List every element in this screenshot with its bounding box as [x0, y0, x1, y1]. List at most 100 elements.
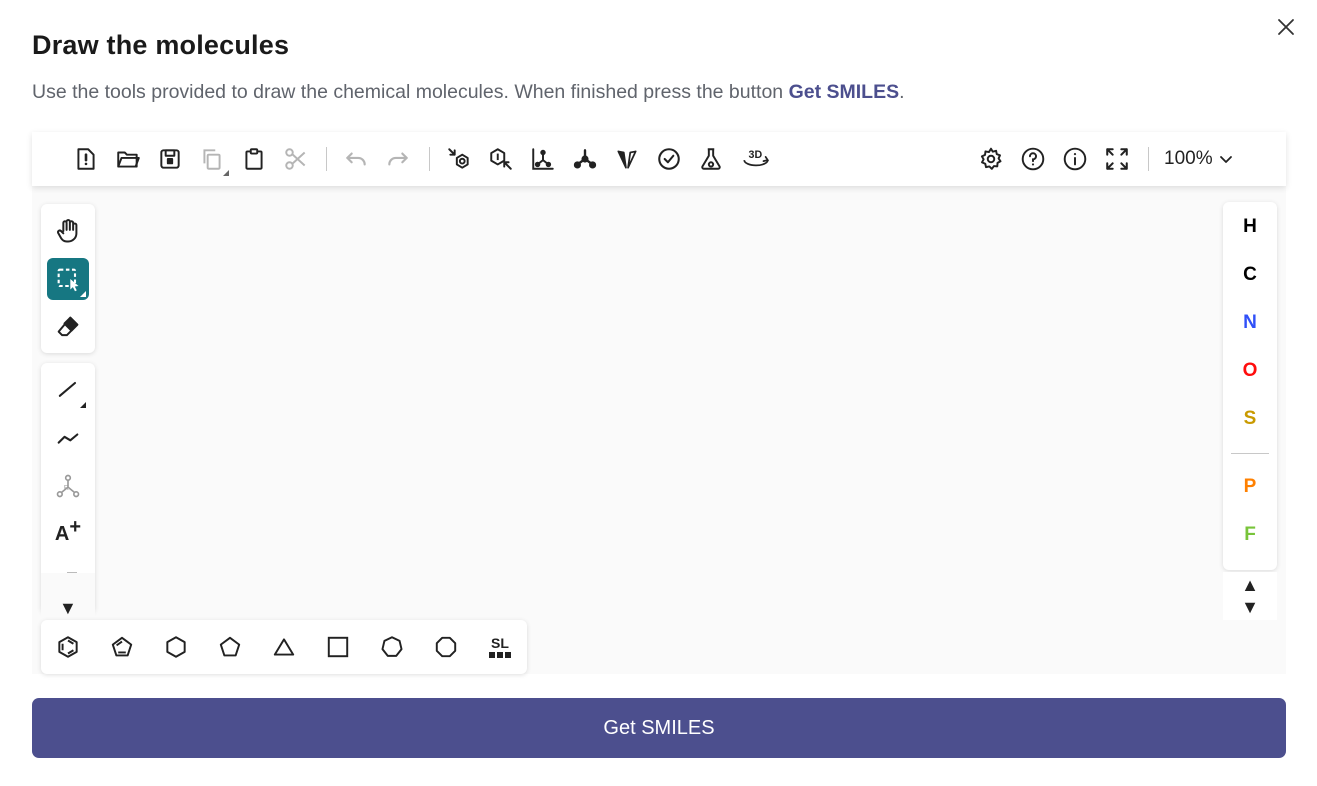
- single-bond-tool-button[interactable]: [47, 369, 89, 411]
- cyclopentadiene-template-button[interactable]: [104, 629, 140, 665]
- atom-label: S: [1243, 408, 1257, 429]
- select-tool-button[interactable]: [47, 258, 89, 300]
- instructions-prefix: Use the tools provided to draw the chemi…: [32, 81, 789, 103]
- aromatize-icon: [448, 148, 469, 169]
- cyclobutane-template-button[interactable]: [320, 629, 356, 665]
- eraser-tool-button[interactable]: [47, 306, 89, 348]
- atom-label: P: [1243, 476, 1257, 497]
- info-button[interactable]: [1061, 145, 1089, 173]
- instructions-suffix: .: [899, 81, 905, 103]
- cyclobutane-icon: [327, 636, 349, 658]
- rectangle-select-icon: [57, 268, 79, 292]
- dearomatize-icon: [490, 148, 512, 170]
- new-file-icon: [77, 148, 95, 170]
- atoms-scroll-control: ▲ ▼: [1223, 572, 1277, 620]
- benzene-icon: [58, 636, 78, 658]
- scroll-up-arrow[interactable]: ▲: [1241, 574, 1259, 596]
- stereo-button[interactable]: [613, 145, 641, 173]
- help-icon: [1021, 147, 1045, 171]
- ring-templates-toolbar: SL: [41, 620, 527, 674]
- calculate-button[interactable]: [697, 145, 725, 173]
- cyclopentane-template-button[interactable]: [212, 629, 248, 665]
- atom-label: H: [1243, 216, 1257, 237]
- cyclopropane-icon: [273, 638, 295, 656]
- get-smiles-button[interactable]: Get SMILES: [32, 698, 1286, 758]
- atom-label: N: [1243, 312, 1257, 333]
- cyclopentane-icon: [219, 636, 241, 657]
- open-folder-icon: [117, 151, 140, 168]
- instructions-text: Use the tools provided to draw the chemi…: [32, 81, 905, 104]
- r-group-tool-button[interactable]: R: [47, 465, 89, 507]
- structure-library-label: SL: [491, 635, 509, 651]
- eraser-icon: [57, 316, 79, 337]
- atom-button-o[interactable]: O: [1223, 351, 1277, 391]
- atom-button-s[interactable]: S: [1223, 399, 1277, 439]
- left-toolbar-group-1: [41, 204, 95, 353]
- calculate-icon: [701, 148, 721, 170]
- text-tool-label: A: [54, 522, 70, 545]
- layout-button[interactable]: [529, 145, 557, 173]
- cyclooctane-icon: [435, 636, 457, 658]
- svg-text:R: R: [64, 485, 69, 492]
- zoom-select[interactable]: 100%: [1164, 145, 1233, 173]
- select-options-corner: [80, 291, 86, 297]
- atom-button-n[interactable]: N: [1223, 303, 1277, 343]
- toolbar-divider: [429, 147, 430, 171]
- scroll-down-arrow[interactable]: ▼: [1241, 596, 1259, 618]
- 3d-view-button[interactable]: 3D: [739, 145, 773, 173]
- structure-library-icon: SL: [489, 636, 511, 658]
- cyclooctane-template-button[interactable]: [428, 629, 464, 665]
- copy-icon: [203, 149, 221, 170]
- help-button[interactable]: [1019, 145, 1047, 173]
- stereo-icon: [617, 150, 637, 169]
- toolbar-divider: [1148, 147, 1149, 171]
- left-panel-more-arrow[interactable]: ▼: [59, 598, 77, 619]
- atom-button-h[interactable]: H: [1223, 207, 1277, 247]
- clean-button[interactable]: [571, 145, 599, 173]
- save-icon: [160, 149, 180, 169]
- close-button[interactable]: [1273, 14, 1299, 40]
- atoms-divider: [1231, 453, 1269, 454]
- redo-button[interactable]: [384, 145, 412, 173]
- redo-icon: [388, 152, 408, 166]
- cyclohexane-template-button[interactable]: [158, 629, 194, 665]
- toolbar-divider: [326, 147, 327, 171]
- cyclopropane-template-button[interactable]: [266, 629, 302, 665]
- instructions-highlight: Get SMILES: [788, 81, 900, 103]
- atom-button-c[interactable]: C: [1223, 255, 1277, 295]
- cut-button[interactable]: [282, 145, 310, 173]
- save-button[interactable]: [156, 145, 184, 173]
- benzene-template-button[interactable]: [50, 629, 86, 665]
- chain-tool-button[interactable]: [47, 417, 89, 459]
- structure-library-button[interactable]: SL: [482, 629, 518, 665]
- close-icon: [1278, 19, 1294, 35]
- copy-button[interactable]: [198, 145, 229, 176]
- 3d-view-icon: 3D: [743, 149, 770, 167]
- hand-tool-button[interactable]: [47, 210, 89, 252]
- paste-icon: [245, 148, 263, 170]
- info-icon: [1063, 147, 1087, 171]
- cut-icon: [285, 148, 306, 170]
- fullscreen-button[interactable]: [1103, 145, 1131, 173]
- undo-icon: [346, 152, 366, 166]
- new-file-button[interactable]: [72, 145, 100, 173]
- paste-button[interactable]: [240, 145, 268, 173]
- text-tool-button[interactable]: A +: [47, 513, 89, 555]
- bond-options-corner: [80, 402, 86, 408]
- atom-button-f[interactable]: F: [1223, 515, 1277, 555]
- dearomatize-button[interactable]: [487, 145, 515, 173]
- page-title: Draw the molecules: [32, 30, 290, 60]
- layout-icon: [532, 148, 554, 170]
- open-button[interactable]: [114, 145, 142, 173]
- undo-button[interactable]: [342, 145, 370, 173]
- cycloheptane-template-button[interactable]: [374, 629, 410, 665]
- copy-options-corner: [223, 170, 229, 176]
- fullscreen-icon: [1106, 148, 1128, 170]
- atom-button-p[interactable]: P: [1223, 467, 1277, 507]
- chain-icon: [57, 433, 79, 444]
- top-toolbar: 3D 100%: [32, 132, 1286, 186]
- check-structure-button[interactable]: [655, 145, 683, 173]
- aromatize-button[interactable]: [445, 145, 473, 173]
- settings-button[interactable]: [977, 145, 1005, 173]
- hand-icon: [57, 219, 78, 243]
